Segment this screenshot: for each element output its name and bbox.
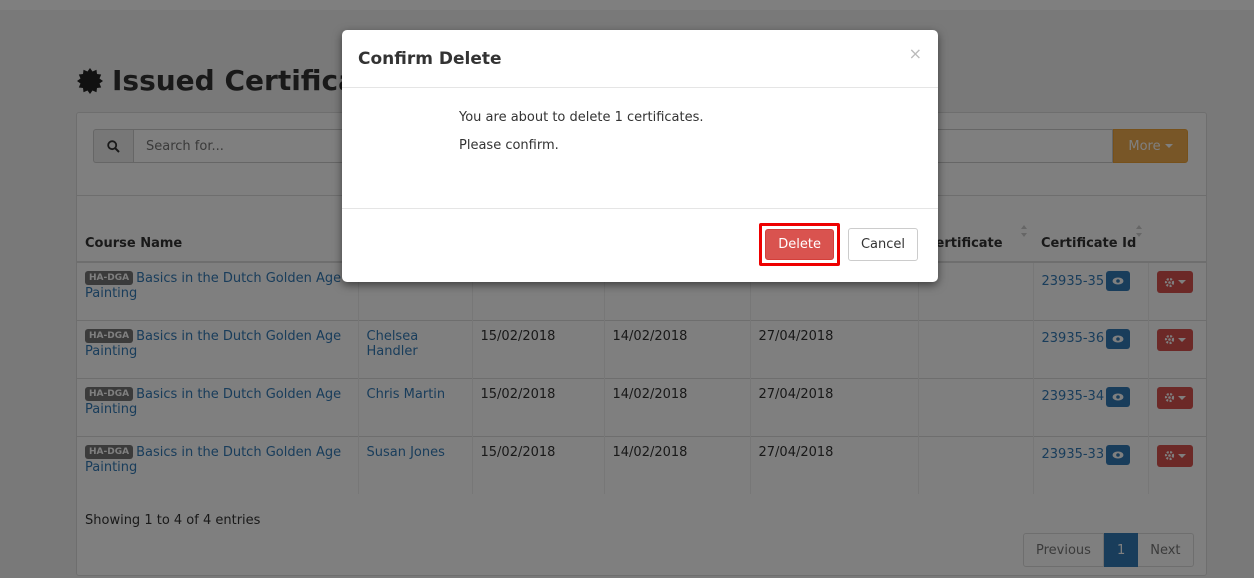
modal-title: Confirm Delete <box>358 48 502 69</box>
modal-header: Confirm Delete × <box>342 30 938 88</box>
confirm-delete-modal: Confirm Delete × You are about to delete… <box>342 30 938 282</box>
modal-body: You are about to delete 1 certificates. … <box>342 88 938 208</box>
modal-message: You are about to delete 1 certificates. <box>459 110 704 125</box>
modal-footer: Delete Cancel <box>342 208 938 280</box>
close-icon[interactable]: × <box>909 44 922 63</box>
cancel-button[interactable]: Cancel <box>847 228 918 261</box>
modal-confirm-text: Please confirm. <box>459 138 559 153</box>
delete-button-highlight: Delete <box>759 223 840 266</box>
delete-button[interactable]: Delete <box>765 229 834 260</box>
